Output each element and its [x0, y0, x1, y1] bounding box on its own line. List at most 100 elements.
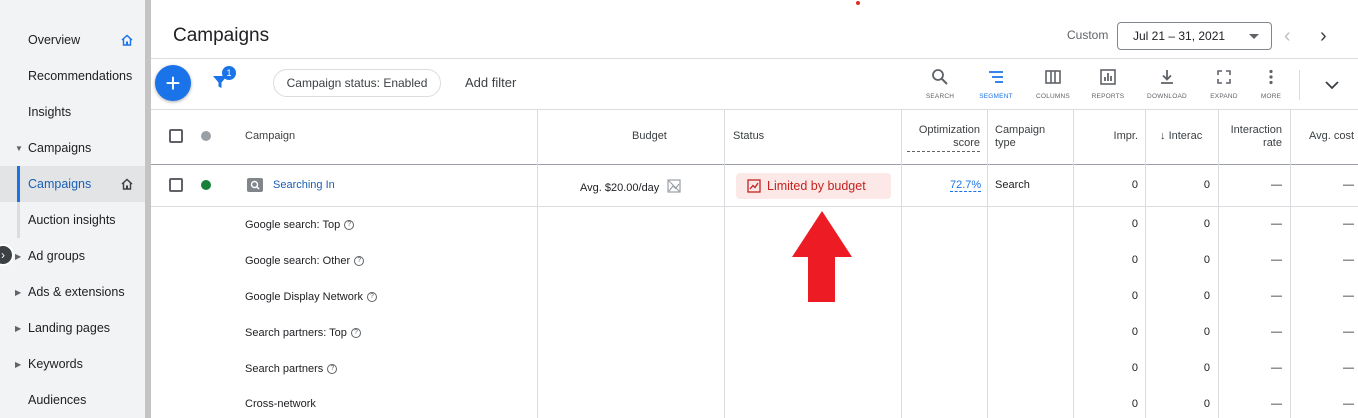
help-icon[interactable]: ? — [327, 364, 338, 374]
sidebar-item-keywords[interactable]: ▶ Keywords — [0, 346, 145, 382]
prev-period-icon[interactable]: ‹ — [1284, 25, 1291, 48]
column-header-budget[interactable]: Budget — [632, 130, 667, 143]
sidebar-item-landing-pages[interactable]: ▶ Landing pages — [0, 310, 145, 346]
column-header-campaign-type[interactable]: Campaign type — [995, 124, 1045, 150]
avg-cost-value: — — [1343, 218, 1354, 230]
column-header-impressions[interactable]: Impr. — [1100, 130, 1138, 143]
segment-label: Google search: Other? — [245, 255, 365, 267]
tool-label: SEARCH — [925, 93, 955, 100]
impressions-value: 0 — [1131, 326, 1138, 338]
campaign-status-filter-chip[interactable]: Campaign status: Enabled — [273, 69, 441, 97]
segment-icon — [989, 71, 1003, 83]
segment-label-text: Google Display Network — [245, 291, 363, 303]
more-tool-button[interactable]: MORE — [1244, 68, 1298, 100]
header-line: score — [953, 137, 980, 149]
column-header-interaction-rate[interactable]: Interaction rate — [1222, 124, 1282, 150]
home-icon — [121, 178, 133, 190]
caret-right-icon: ▶ — [15, 251, 22, 261]
column-divider — [537, 109, 538, 418]
help-icon[interactable]: ? — [344, 220, 355, 230]
expand-tool-button[interactable]: EXPAND — [1197, 68, 1251, 100]
sidebar-item-insights[interactable]: Insights — [0, 94, 145, 130]
avg-cost-value: — — [1343, 290, 1354, 302]
add-filter-button[interactable]: Add filter — [465, 75, 516, 90]
sidebar-item-campaigns-group[interactable]: ▼ Campaigns — [0, 130, 145, 166]
filter-count-badge: 1 — [222, 66, 236, 80]
columns-tool-button[interactable]: COLUMNS — [1026, 68, 1080, 100]
header-divider — [151, 58, 1358, 59]
search-campaign-icon — [247, 178, 263, 192]
column-header-status[interactable]: Status — [733, 130, 764, 143]
segment-label: Google search: Top? — [245, 219, 355, 231]
sort-arrow-down-icon: ↓ — [1160, 130, 1166, 142]
help-icon[interactable]: ? — [367, 292, 377, 302]
interactions-value: 0 — [1203, 254, 1210, 266]
header-line: Campaign — [995, 124, 1046, 136]
column-divider — [987, 109, 988, 418]
sidebar-item-audiences[interactable]: Audiences — [0, 382, 145, 418]
interaction-rate-value: — — [1271, 398, 1282, 410]
tool-label: COLUMNS — [1036, 93, 1070, 100]
column-header-avg-cost[interactable]: Avg. cost — [1294, 130, 1354, 143]
column-divider — [1145, 109, 1146, 418]
reports-tool-button[interactable]: REPORTS — [1081, 68, 1135, 100]
add-button[interactable]: + — [155, 65, 191, 101]
column-header-optimization-score[interactable]: Optimization score — [907, 124, 980, 152]
indicator-dot — [856, 1, 860, 5]
segment-label-text: Search partners — [245, 363, 324, 375]
column-header-campaign[interactable]: Campaign — [245, 130, 295, 143]
sidebar-item-label: Recommendations — [28, 69, 133, 83]
edit-budget-icon[interactable] — [666, 178, 682, 194]
avg-cost-value: — — [1343, 254, 1354, 266]
tool-label: REPORTS — [1091, 93, 1125, 100]
enabled-status-dot — [201, 180, 211, 190]
dropdown-arrow-icon — [1249, 34, 1259, 39]
date-range-picker[interactable]: Jul 21 – 31, 2021 — [1117, 22, 1272, 50]
row-checkbox[interactable] — [169, 178, 183, 192]
help-icon[interactable]: ? — [354, 256, 365, 266]
sidebar: Overview Recommendations Insights ▼ Camp… — [0, 0, 151, 418]
sidebar-item-recommendations[interactable]: Recommendations — [0, 58, 145, 94]
campaign-name-link[interactable]: Searching In — [273, 179, 335, 191]
download-tool-button[interactable]: DOWNLOAD — [1140, 68, 1194, 100]
help-icon[interactable]: ? — [350, 328, 361, 338]
sidebar-item-ads-extensions[interactable]: ▶ Ads & extensions — [0, 274, 145, 310]
interaction-rate-value: — — [1271, 362, 1282, 374]
column-header-interactions[interactable]: ↓ Interac — [1160, 130, 1202, 143]
segment-tool-button[interactable]: SEGMENT — [969, 68, 1023, 100]
sidebar-item-label: Keywords — [28, 357, 83, 371]
tool-label: MORE — [1260, 93, 1282, 100]
download-icon — [1161, 70, 1173, 84]
header-line: Interaction — [1230, 124, 1282, 136]
segment-label: Search partners: Top? — [245, 327, 361, 339]
status-badge[interactable]: Limited by budget — [736, 173, 891, 199]
sidebar-item-label: Audiences — [28, 393, 87, 407]
search-tool-button[interactable]: SEARCH — [913, 68, 967, 100]
trend-chart-icon — [747, 179, 761, 193]
select-all-checkbox[interactable] — [169, 129, 183, 143]
interaction-rate-value: — — [1271, 326, 1282, 338]
next-period-icon[interactable]: › — [1320, 25, 1327, 48]
optimization-score-value[interactable]: 72.7% — [950, 179, 982, 192]
interactions-value: 0 — [1203, 326, 1210, 338]
row-divider — [151, 206, 1358, 207]
sidebar-item-label: Insights — [28, 105, 72, 119]
tool-label: EXPAND — [1210, 93, 1238, 100]
chevron-down-icon[interactable] — [1325, 81, 1339, 90]
search-icon — [932, 69, 948, 85]
impressions-value: 0 — [1131, 179, 1138, 191]
sidebar-item-ad-groups[interactable]: ▶ Ad groups — [0, 238, 145, 274]
impressions-value: 0 — [1131, 362, 1138, 374]
sidebar-item-campaigns[interactable]: Campaigns — [0, 166, 145, 202]
sidebar-item-auction-insights[interactable]: Auction insights — [0, 202, 145, 238]
segment-label-text: Google search: Other — [245, 255, 351, 267]
segment-label-text: Cross-network — [245, 398, 316, 410]
annotation-arrow-icon — [792, 211, 852, 302]
home-icon — [121, 34, 133, 46]
segment-label: Search partners? — [245, 363, 338, 375]
table-header-border — [151, 164, 1358, 165]
segment-label-text: Google search: Top — [245, 219, 341, 231]
impressions-value: 0 — [1131, 254, 1138, 266]
sidebar-item-overview[interactable]: Overview — [0, 22, 145, 58]
reports-icon — [1100, 69, 1116, 85]
